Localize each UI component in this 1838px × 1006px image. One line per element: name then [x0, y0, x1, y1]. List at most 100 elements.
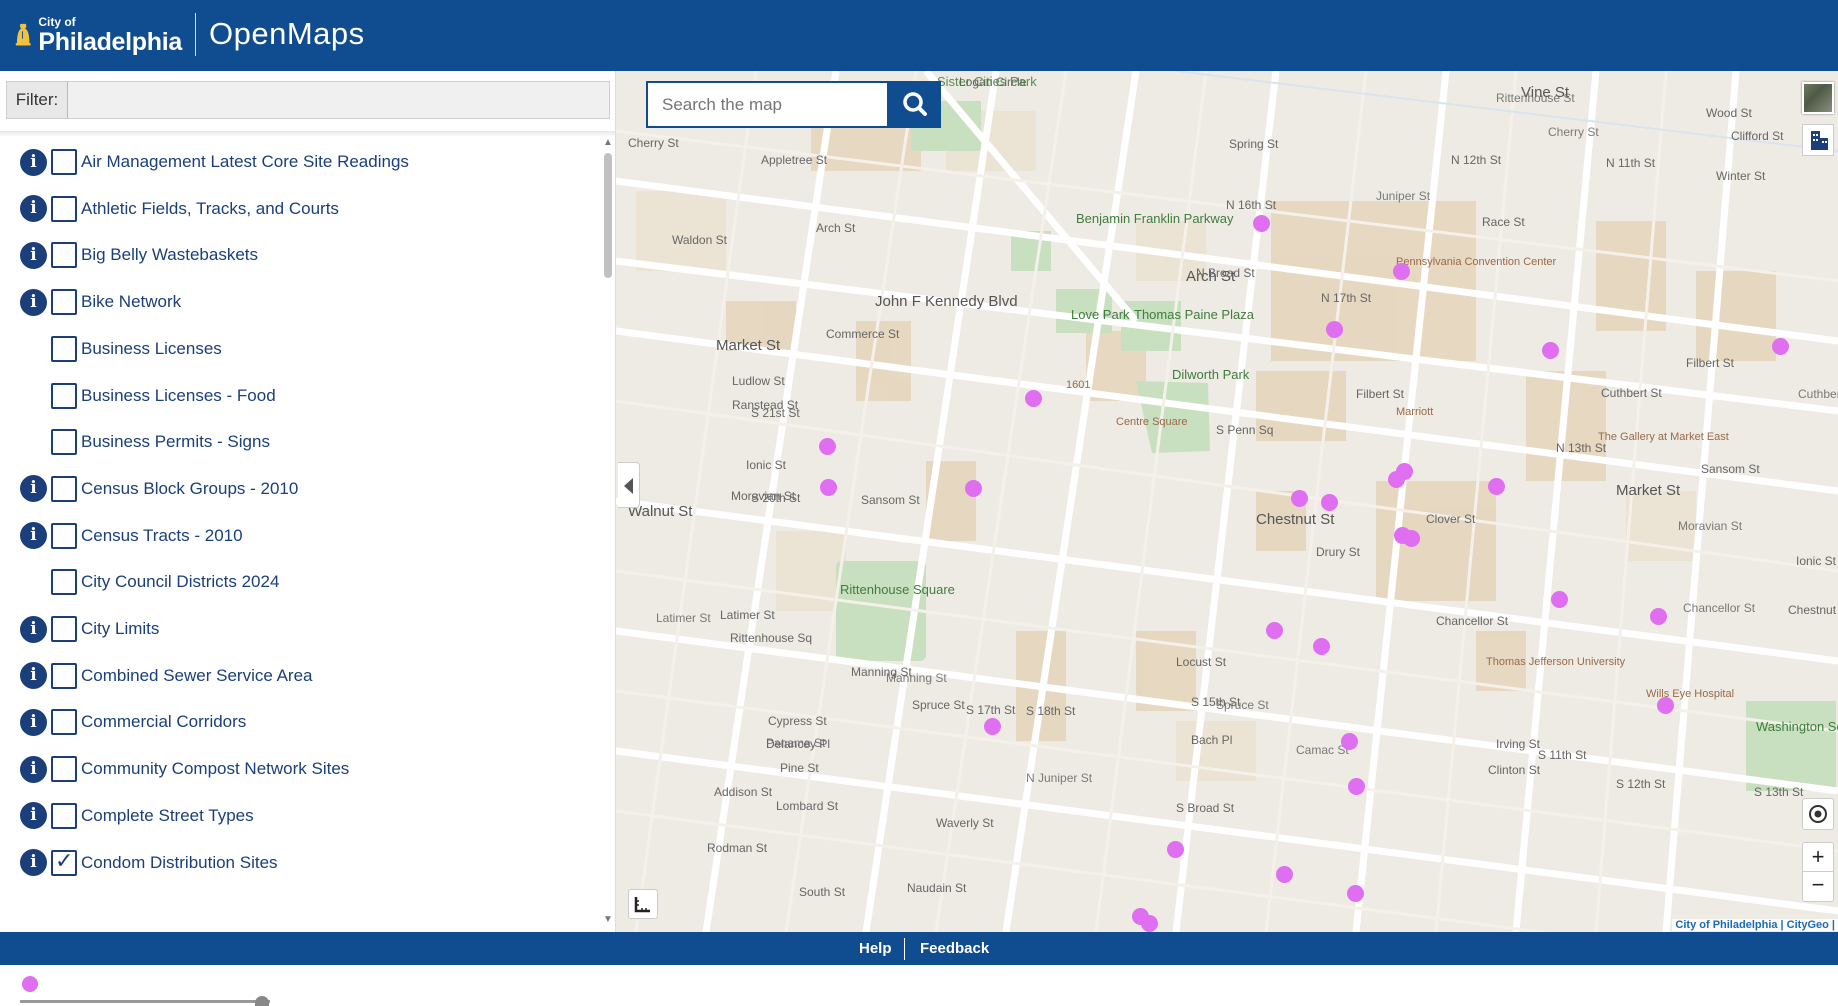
condom-site-marker[interactable] [1291, 490, 1308, 507]
condom-site-marker[interactable] [1403, 530, 1420, 547]
opacity-slider-handle[interactable] [255, 996, 269, 1006]
condom-site-marker[interactable] [1313, 638, 1330, 655]
layer-label[interactable]: City Council Districts 2024 [81, 572, 279, 592]
layer-label[interactable]: Community Compost Network Sites [81, 759, 349, 779]
condom-site-marker[interactable] [1657, 697, 1674, 714]
condom-site-marker[interactable] [1488, 478, 1505, 495]
condom-site-marker[interactable] [1388, 471, 1405, 488]
layer-label[interactable]: Athletic Fields, Tracks, and Courts [81, 199, 339, 219]
info-icon[interactable]: i [20, 755, 47, 783]
condom-site-marker[interactable] [1348, 778, 1365, 795]
info-icon[interactable]: i [20, 288, 47, 316]
layer-label[interactable]: Census Block Groups - 2010 [81, 479, 298, 499]
info-icon[interactable]: i [20, 708, 47, 736]
layer-checkbox[interactable] [51, 242, 77, 269]
map-label: Naudain St [907, 881, 967, 895]
info-icon[interactable]: i [20, 662, 47, 690]
info-icon[interactable]: i [20, 148, 47, 176]
condom-site-marker[interactable] [1025, 390, 1042, 407]
condom-site-marker[interactable] [965, 480, 982, 497]
condom-site-marker[interactable] [1167, 841, 1184, 858]
layer-checkbox[interactable] [51, 382, 77, 409]
buildings-toggle-button[interactable] [1802, 124, 1834, 156]
info-icon[interactable]: i [20, 241, 47, 269]
condom-site-marker[interactable] [1276, 866, 1293, 883]
help-link[interactable]: Help [859, 940, 892, 957]
zoom-out-button[interactable]: − [1802, 872, 1834, 902]
layer-label[interactable]: Condom Distribution Sites [81, 853, 278, 873]
condom-site-marker[interactable] [1266, 622, 1283, 639]
condom-site-marker[interactable] [1341, 733, 1358, 750]
info-icon[interactable]: i [20, 475, 47, 503]
app-title[interactable]: OpenMaps [209, 16, 365, 52]
layer-label[interactable]: Air Management Latest Core Site Readings [81, 152, 409, 172]
city-logo[interactable]: City of Philadelphia [12, 12, 182, 58]
layer-checkbox[interactable] [51, 289, 77, 316]
layer-checkbox[interactable] [51, 616, 77, 642]
layer-checkbox[interactable] [51, 522, 77, 549]
layer-label[interactable]: Complete Street Types [81, 806, 254, 826]
condom-site-marker[interactable] [1321, 494, 1338, 511]
layer-label[interactable]: Bike Network [81, 292, 181, 312]
imagery-basemap-toggle[interactable] [1802, 82, 1834, 114]
opacity-slider[interactable] [20, 1000, 270, 1003]
layer-label[interactable]: Big Belly Wastebaskets [81, 245, 258, 265]
layer-label[interactable]: Census Tracts - 2010 [81, 526, 243, 546]
layer-label[interactable]: Business Permits - Signs [81, 432, 270, 452]
layer-label[interactable]: Business Licenses - Food [81, 386, 276, 406]
layer-checkbox[interactable] [51, 802, 77, 829]
condom-site-marker[interactable] [820, 479, 837, 496]
info-icon[interactable]: i [20, 849, 47, 876]
scroll-down-arrow-icon[interactable]: ▼ [601, 914, 615, 928]
map-attribution[interactable]: City of Philadelphia | CityGeo | [1672, 919, 1838, 931]
layer-list-scrollbar[interactable] [604, 153, 612, 278]
layer-label[interactable]: Commercial Corridors [81, 712, 246, 732]
map-label: Ionic St [746, 458, 787, 472]
layer-label[interactable]: City Limits [81, 619, 159, 639]
layer-checkbox[interactable] [51, 335, 77, 362]
condom-site-marker[interactable] [984, 718, 1001, 735]
filter-input[interactable] [69, 82, 609, 118]
layer-checkbox[interactable] [51, 195, 77, 222]
search-button[interactable] [889, 81, 941, 128]
layer-checkbox[interactable] [51, 429, 77, 456]
map-canvas[interactable]: Logan Circle Sister Cities Park Vine St Che… [616, 71, 1838, 932]
layer-label[interactable]: Combined Sewer Service Area [81, 666, 313, 686]
info-icon[interactable]: i [20, 615, 47, 643]
condom-site-marker[interactable] [1393, 263, 1410, 280]
map-label: 1601 [1066, 379, 1091, 391]
condom-site-marker[interactable] [1772, 338, 1789, 355]
condom-site-marker[interactable] [1551, 591, 1568, 608]
collapse-sidebar-button[interactable] [618, 462, 640, 508]
info-icon[interactable]: i [20, 522, 47, 550]
feedback-link[interactable]: Feedback [920, 940, 989, 957]
map-label: Juniper St [1376, 189, 1431, 203]
zoom-in-button[interactable]: + [1802, 842, 1834, 872]
scroll-up-arrow-icon[interactable]: ▲ [601, 137, 615, 151]
layer-checkbox[interactable] [51, 709, 77, 736]
map-label: Race St [1482, 215, 1525, 229]
map-label: Market St [716, 337, 781, 354]
info-icon[interactable]: i [20, 195, 47, 223]
layer-checkbox[interactable] [51, 662, 77, 689]
layer-checkbox[interactable] [51, 475, 77, 502]
map-label: N 17th St [1321, 291, 1372, 305]
map-search-input[interactable] [648, 83, 883, 126]
condom-site-marker[interactable] [1253, 215, 1270, 232]
layer-label[interactable]: Business Licenses [81, 339, 222, 359]
locate-me-button[interactable] [1802, 798, 1834, 830]
condom-site-marker[interactable] [1326, 321, 1343, 338]
condom-site-marker[interactable] [1347, 885, 1364, 902]
condom-site-marker[interactable] [1542, 342, 1559, 359]
layer-checkbox[interactable] [51, 149, 77, 175]
condom-site-marker[interactable] [1141, 915, 1158, 932]
layer-checkbox[interactable] [51, 569, 77, 596]
layer-checkbox[interactable] [51, 756, 77, 783]
layer-checkbox[interactable] [51, 849, 77, 876]
app-footer: Help Feedback [0, 932, 1838, 965]
condom-site-marker[interactable] [1650, 608, 1667, 625]
map-label: Filbert St [1356, 387, 1405, 401]
condom-site-marker[interactable] [819, 438, 836, 455]
info-icon[interactable]: i [20, 802, 47, 830]
measure-tool-button[interactable] [628, 889, 658, 919]
